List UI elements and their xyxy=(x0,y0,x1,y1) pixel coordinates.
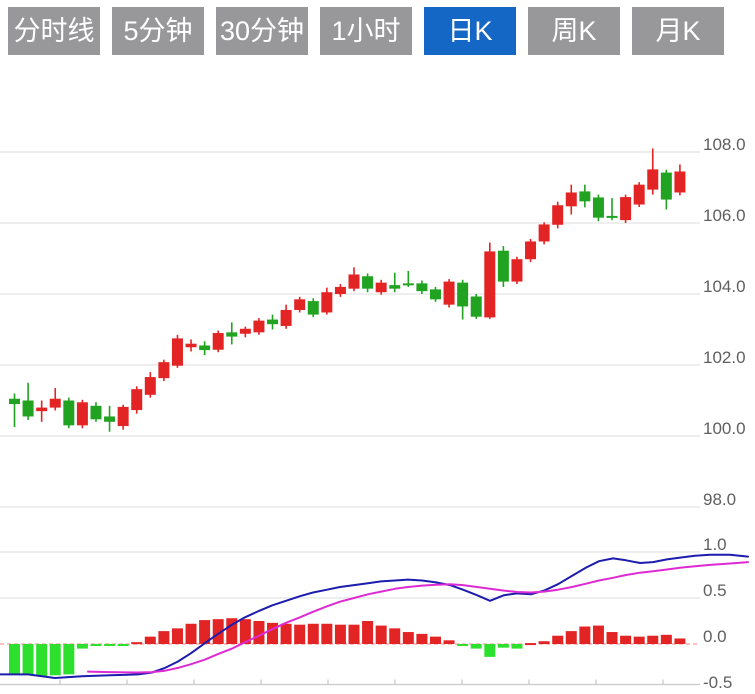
macd-tick-label: 1.0 xyxy=(703,535,727,554)
price-tick-label: 98.0 xyxy=(703,490,736,509)
chart-canvas[interactable]: 108.0 106.0 104.0 102.0 100.0 98.0 1.0 0.5 0.0 -… xyxy=(0,0,755,694)
price-tick-label: 102.0 xyxy=(703,348,746,367)
macd-tick-label: -0.5 xyxy=(703,673,732,692)
price-tick-label: 108.0 xyxy=(703,135,746,154)
x-axis xyxy=(0,680,700,685)
price-tick-label: 100.0 xyxy=(703,419,746,438)
macd-histogram xyxy=(9,618,685,676)
price-tick-label: 106.0 xyxy=(703,206,746,225)
stock-chart-app: 分时线5分钟30分钟1小时日K周K月K 108.0106.0104.0102.0… xyxy=(0,0,755,694)
macd-tick-label: 0.0 xyxy=(703,627,727,646)
price-tick-label: 104.0 xyxy=(703,277,746,296)
macd-axis-labels: 1.0 0.5 0.0 -0.5 xyxy=(703,535,732,692)
macd-tick-label: 0.5 xyxy=(703,581,727,600)
candles xyxy=(9,148,685,431)
price-axis-labels: 108.0 106.0 104.0 102.0 100.0 98.0 xyxy=(703,135,746,509)
